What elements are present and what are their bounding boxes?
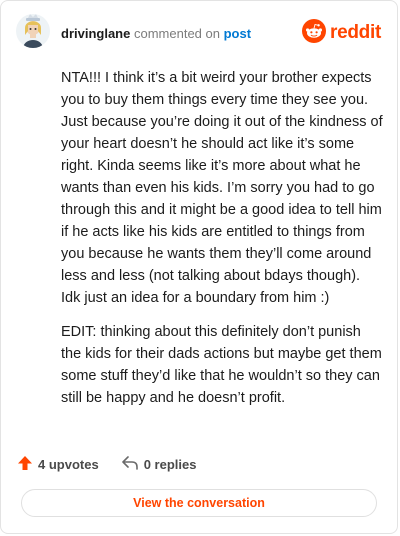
reddit-snoo-icon [302,18,327,48]
comment-body: NTA!!! I think it’s a bit weird your bro… [61,67,383,421]
username-link[interactable]: drivinglane [61,26,130,41]
view-conversation-button[interactable]: View the conversation [21,489,377,517]
reply-arrow-icon [121,455,144,474]
comment-meta: drivinglane commented on post [61,26,251,42]
comment-footer: 4 upvotes 0 replies [17,454,381,474]
reply-stat[interactable]: 0 replies [121,455,197,474]
upvote-stat[interactable]: 4 upvotes [17,455,99,474]
upvote-arrow-icon [17,455,38,474]
comment-paragraph: EDIT: thinking about this definitely don… [61,324,382,406]
comment-header: drivinglane commented on post reddit [15,13,383,53]
reddit-wordmark: reddit [330,22,381,43]
avatar[interactable] [15,13,51,49]
reply-count: 0 replies [143,456,197,472]
post-link[interactable]: post [224,26,251,41]
upvote-count: 4 upvotes [38,456,99,472]
comment-card: drivinglane commented on post reddit NTA… [0,0,398,534]
reddit-logo[interactable]: reddit [302,18,381,48]
commented-on-text: commented on [133,26,220,41]
comment-paragraph: NTA!!! I think it’s a bit weird your bro… [61,70,383,306]
